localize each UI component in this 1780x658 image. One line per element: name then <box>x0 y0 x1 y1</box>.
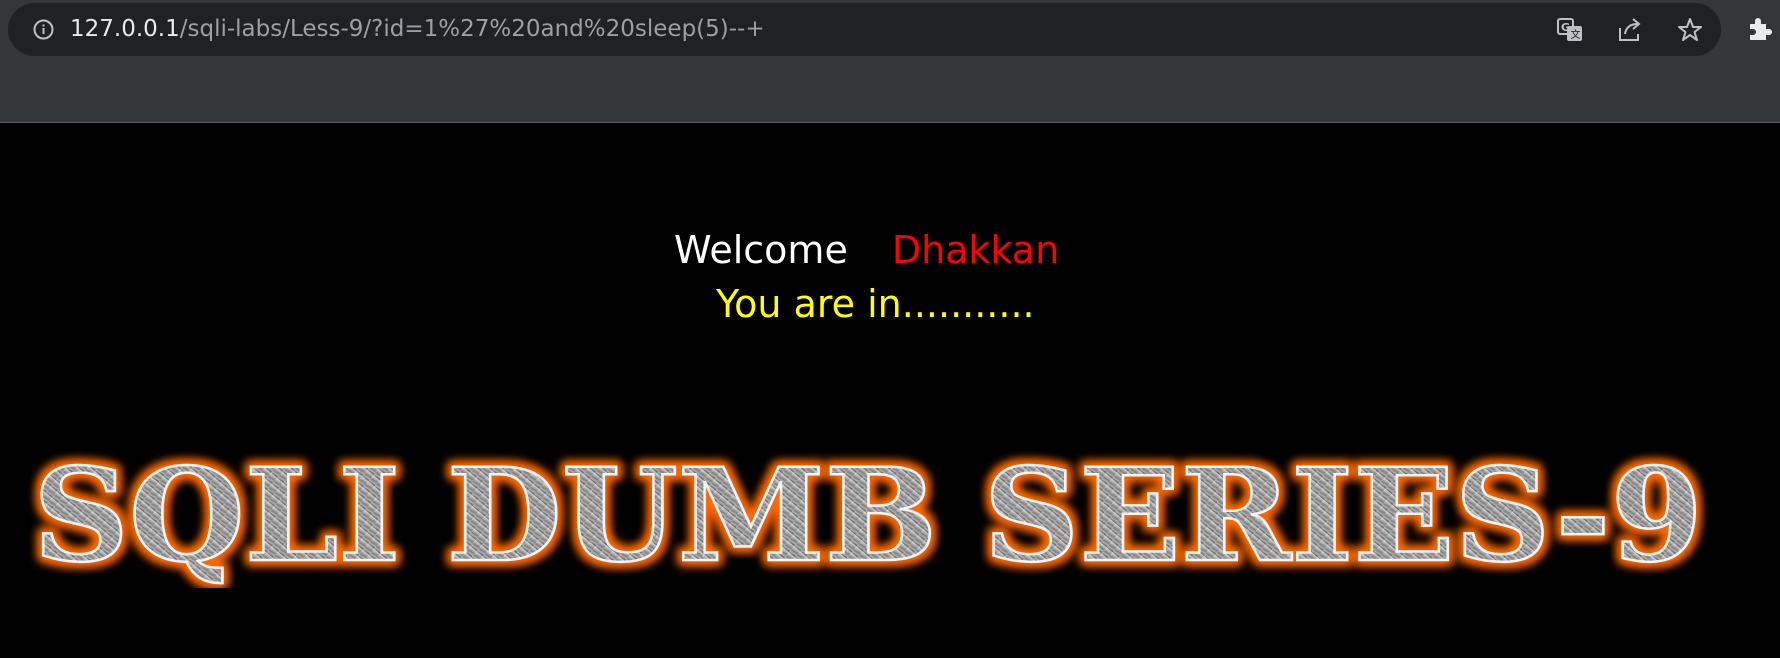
login-status-text: You are in........... <box>716 282 1035 326</box>
browser-toolbar: 127.0.0.1/sqli-labs/Less-9/?id=1%27%20an… <box>0 0 1780 123</box>
extensions-icon[interactable] <box>1744 14 1774 44</box>
series-banner: SQLI DUMB SERIES-9 <box>32 440 1705 588</box>
welcome-message: Welcome Dhakkan <box>674 227 1059 273</box>
star-icon[interactable] <box>1675 15 1705 45</box>
url-host: 127.0.0.1 <box>70 16 180 42</box>
welcome-word: Welcome <box>674 228 848 272</box>
page-content: Welcome Dhakkan You are in........... SQ… <box>0 123 1780 658</box>
share-icon[interactable] <box>1615 15 1645 45</box>
url-path: /sqli-labs/Less-9/?id=1%27%20and%20sleep… <box>179 16 765 42</box>
svg-text:文: 文 <box>1571 28 1581 41</box>
url-text[interactable]: 127.0.0.1/sqli-labs/Less-9/?id=1%27%20an… <box>70 15 765 44</box>
banner-title: SQLI DUMB SERIES-9 <box>33 441 1703 588</box>
translate-icon[interactable]: G 文 <box>1555 15 1585 45</box>
info-icon[interactable] <box>33 19 54 40</box>
welcome-name: Dhakkan <box>891 228 1060 272</box>
address-bar[interactable]: 127.0.0.1/sqli-labs/Less-9/?id=1%27%20an… <box>8 3 1721 56</box>
